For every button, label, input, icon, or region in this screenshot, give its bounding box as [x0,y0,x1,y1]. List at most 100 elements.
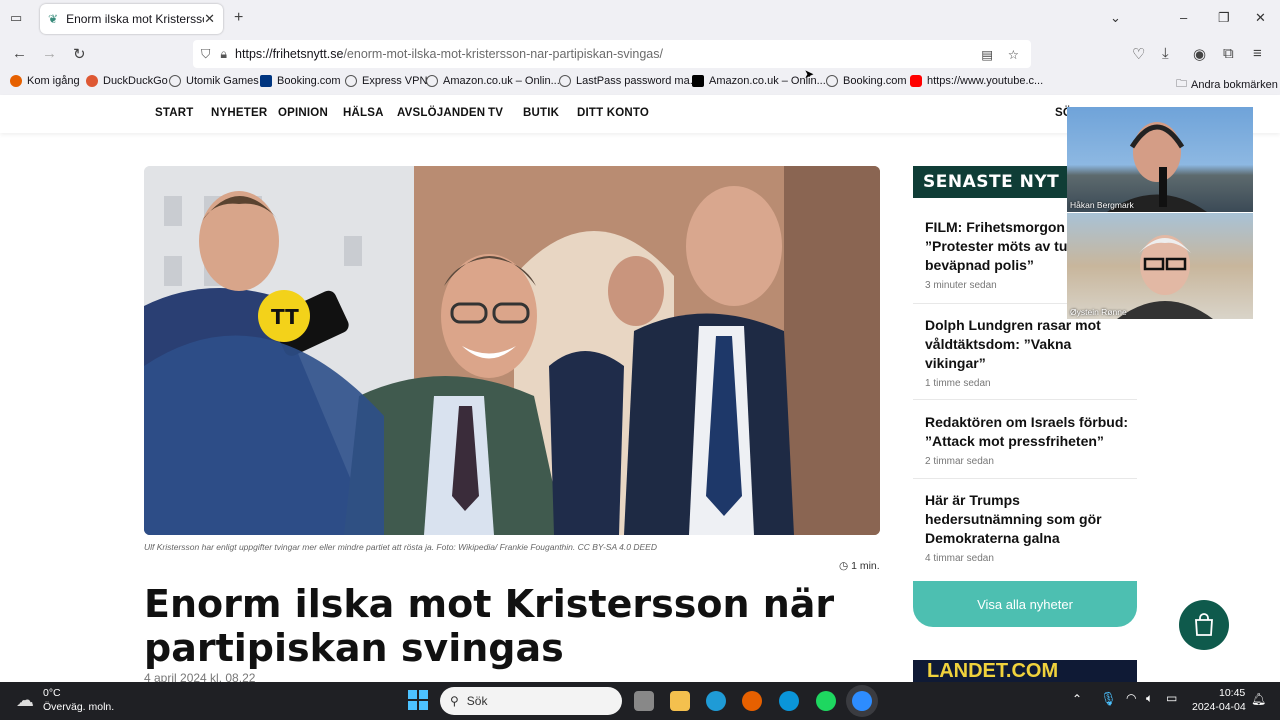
zoom-icon[interactable] [852,691,872,711]
tab-overflow-icon[interactable]: ⌄ [1110,10,1121,26]
battery-icon[interactable]: ▭ [1166,691,1177,705]
bookmark-item[interactable]: Express VPN [345,75,427,87]
lock-icon[interactable]: 🔒︎ [220,47,227,62]
globe-icon [826,75,838,87]
tab-list-icon[interactable]: ▭ [10,10,22,26]
bookmark-item[interactable]: https://www.youtube.c... [910,75,1043,87]
mic-icon[interactable]: 🎙︎ [1100,691,1117,707]
restore-icon[interactable]: ❐ [1218,10,1230,26]
tab-bar: ▭ ❦ Enorm ilska mot Kristersson när ✕ + … [0,0,1280,36]
browser-chrome: ▭ ❦ Enorm ilska mot Kristersson när ✕ + … [0,0,1280,95]
weather-desc[interactable]: Överväg. moln. [43,701,114,713]
bookmark-star-icon[interactable]: ☆ [1008,47,1019,62]
globe-icon [169,75,181,87]
url-host: https://frihetsnytt.se [235,47,344,61]
news-time: 2 timmar sedan [925,456,994,467]
menu-opinion[interactable]: OPINION [278,107,328,119]
taskbar-search[interactable]: ⚲ Sök [440,687,622,715]
bookmark-item[interactable]: LastPass password ma... [559,75,699,87]
windows-taskbar: ☁ 0°C Överväg. moln. ⚲ Sök ⌃ 🎙︎ ◠ 🔈︎ ▭ 10… [0,682,1280,720]
extensions-icon[interactable]: ⧉ [1223,45,1234,62]
hero-photo: TT [144,166,880,535]
start-icon[interactable] [408,690,428,710]
firefox-icon [10,75,22,87]
new-tab-icon[interactable]: + [234,9,243,27]
news-title[interactable]: Dolph Lundgren rasar mot våldtäktsdom: ”… [925,316,1131,373]
bookmark-item[interactable]: DuckDuckGo [86,75,168,87]
cart-button[interactable] [1179,600,1229,650]
url-path: /enorm-mot-ilska-mot-kristersson-nar-par… [343,47,663,61]
wifi-icon[interactable]: ◠ [1126,691,1136,705]
reload-icon[interactable]: ↻ [73,45,86,63]
show-all-news-button[interactable]: Visa alla nyheter [913,581,1137,627]
clock-icon: ◷ [839,560,849,572]
weather-icon[interactable]: ☁ [16,690,34,711]
weather-temp[interactable]: 0°C [43,687,61,699]
menu-ditt-konto[interactable]: DITT KONTO [577,107,649,119]
news-item[interactable]: Redaktören om Israels förbud: ”Attack mo… [913,413,1137,479]
clock-date[interactable]: 2024-04-04 [1192,701,1246,713]
shield-icon[interactable]: ⛉ [201,47,210,62]
globe-icon [426,75,438,87]
read-time: ◷ 1 min. [839,560,880,572]
bookmark-item[interactable]: Amazon.co.uk – Onlin... [426,75,560,87]
site-favicon-icon: ❦ [48,12,59,26]
url-bar[interactable]: ⛉ 🔒︎ https://frihetsnytt.se/enorm-mot-il… [193,40,1031,68]
downloads-icon[interactable]: ⤓ [1162,45,1169,62]
globe-icon [345,75,357,87]
close-tab-icon[interactable]: ✕ [204,11,215,27]
minimize-icon[interactable]: – [1180,10,1187,25]
edge-icon[interactable] [706,691,726,711]
news-time: 1 timme sedan [925,378,991,389]
account-icon[interactable]: ◉ [1193,45,1206,63]
file-explorer-icon[interactable] [670,691,690,711]
video-participant-1: Håkan Bergmark [1067,107,1253,212]
task-view-icon[interactable] [634,691,654,711]
pocket-icon[interactable]: ♡ [1132,45,1145,63]
news-title[interactable]: Här är Trumps hedersutnämning som gör De… [925,491,1131,548]
clock-time[interactable]: 10:45 [1219,687,1245,699]
menu-halsa[interactable]: HÄLSA [343,107,384,119]
webcam-feed [1117,235,1213,319]
booking-icon [260,75,272,87]
menu-start[interactable]: START [155,107,193,119]
news-title[interactable]: Redaktören om Israels förbud: ”Attack mo… [925,413,1131,451]
duckduckgo-icon [86,75,98,87]
bookmarks-bar: Kom igång DuckDuckGo Utomik Games Bookin… [0,72,1280,94]
back-icon[interactable]: ← [12,45,27,62]
spotify-icon[interactable] [816,691,836,711]
menu-butik[interactable]: BUTIK [523,107,559,119]
bookmark-item[interactable]: Kom igång [10,75,80,87]
mic-logo: TT [271,305,299,329]
notification-bell-icon[interactable]: 🔔︎ [1251,692,1266,706]
tray-chevron-icon[interactable]: ⌃ [1072,692,1082,706]
close-window-icon[interactable]: ✕ [1255,10,1266,26]
tab-title: Enorm ilska mot Kristersson när [66,12,204,26]
bookmark-item[interactable]: Utomik Games [169,75,259,87]
skype-icon[interactable] [779,691,799,711]
firefox-taskbar-icon[interactable] [742,691,762,711]
volume-icon[interactable]: 🔈︎ [1146,691,1153,706]
folder-icon: 🗀 [1176,78,1187,90]
shopping-bag-icon [1195,613,1213,636]
video-participant-2: Øystein Rønne [1067,213,1253,319]
nav-bar: ← → ↻ ⛉ 🔒︎ https://frihetsnytt.se/enorm-… [0,38,1280,70]
menu-icon[interactable]: ≡ [1253,45,1262,62]
participant-name: Håkan Bergmark [1070,200,1134,210]
forward-icon[interactable]: → [42,45,57,62]
news-item[interactable]: Dolph Lundgren rasar mot våldtäktsdom: ”… [913,316,1137,400]
participant-name: Øystein Rønne [1070,307,1127,317]
image-caption: Ulf Kristersson har enligt uppgifter tvi… [144,542,657,552]
menu-nyheter[interactable]: NYHETER [211,107,267,119]
active-tab[interactable]: ❦ Enorm ilska mot Kristersson när ✕ [40,4,223,34]
news-item[interactable]: Här är Trumps hedersutnämning som gör De… [913,491,1137,581]
other-bookmarks[interactable]: 🗀 Andra bokmärken [1176,75,1278,94]
bookmark-item[interactable]: Booking.com [260,75,341,87]
menu-tv[interactable]: TV [488,107,503,119]
amazon-icon [692,75,704,87]
globe-icon [559,75,571,87]
reader-view-icon[interactable]: ▤ [981,47,993,62]
news-time: 4 timmar sedan [925,553,994,564]
bookmark-item[interactable]: Booking.com [826,75,907,87]
menu-avslojanden[interactable]: AVSLÖJANDEN [397,107,485,119]
